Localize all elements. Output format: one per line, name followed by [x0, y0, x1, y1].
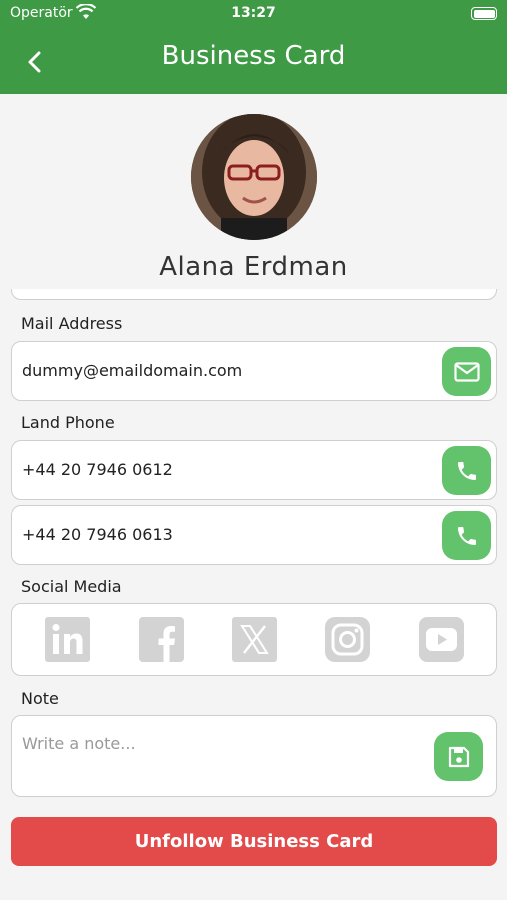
clock: 13:27: [231, 5, 276, 21]
contact-name: Alana Erdman: [159, 252, 348, 282]
app-bar: Business Card: [0, 28, 507, 94]
phone-icon: [457, 461, 476, 480]
call-phone-1-button[interactable]: [442, 446, 491, 495]
phone-icon: [457, 526, 476, 545]
social-media-label: Social Media: [21, 577, 122, 596]
social-media-bar: [11, 603, 497, 676]
x-icon[interactable]: [232, 617, 277, 662]
facebook-icon[interactable]: [139, 617, 184, 662]
note-label: Note: [21, 689, 59, 708]
mail-label: Mail Address: [21, 314, 123, 333]
note-input[interactable]: [22, 734, 422, 753]
phone-field-2: +44 20 7946 0613: [11, 505, 497, 565]
send-mail-button[interactable]: [442, 347, 491, 396]
save-icon: [448, 746, 469, 767]
status-bar: Operatör 13:27: [0, 0, 507, 28]
save-note-button[interactable]: [434, 732, 483, 781]
youtube-icon[interactable]: [419, 617, 464, 662]
mail-value[interactable]: dummy@emaildomain.com: [22, 342, 242, 400]
land-phone-label: Land Phone: [21, 413, 115, 432]
note-field: [11, 715, 497, 797]
call-phone-2-button[interactable]: [442, 511, 491, 560]
avatar: [191, 114, 317, 240]
instagram-icon[interactable]: [325, 617, 370, 662]
mail-field: dummy@emaildomain.com: [11, 341, 497, 401]
page-title: Business Card: [161, 41, 346, 71]
battery-icon: [471, 7, 497, 20]
linkedin-icon[interactable]: [45, 617, 90, 662]
phone-number-1[interactable]: +44 20 7946 0612: [22, 441, 173, 499]
phone-number-2[interactable]: +44 20 7946 0613: [22, 506, 173, 564]
unfollow-button[interactable]: Unfollow Business Card: [11, 817, 497, 866]
mail-icon: [453, 361, 480, 382]
phone-field-1: +44 20 7946 0612: [11, 440, 497, 500]
